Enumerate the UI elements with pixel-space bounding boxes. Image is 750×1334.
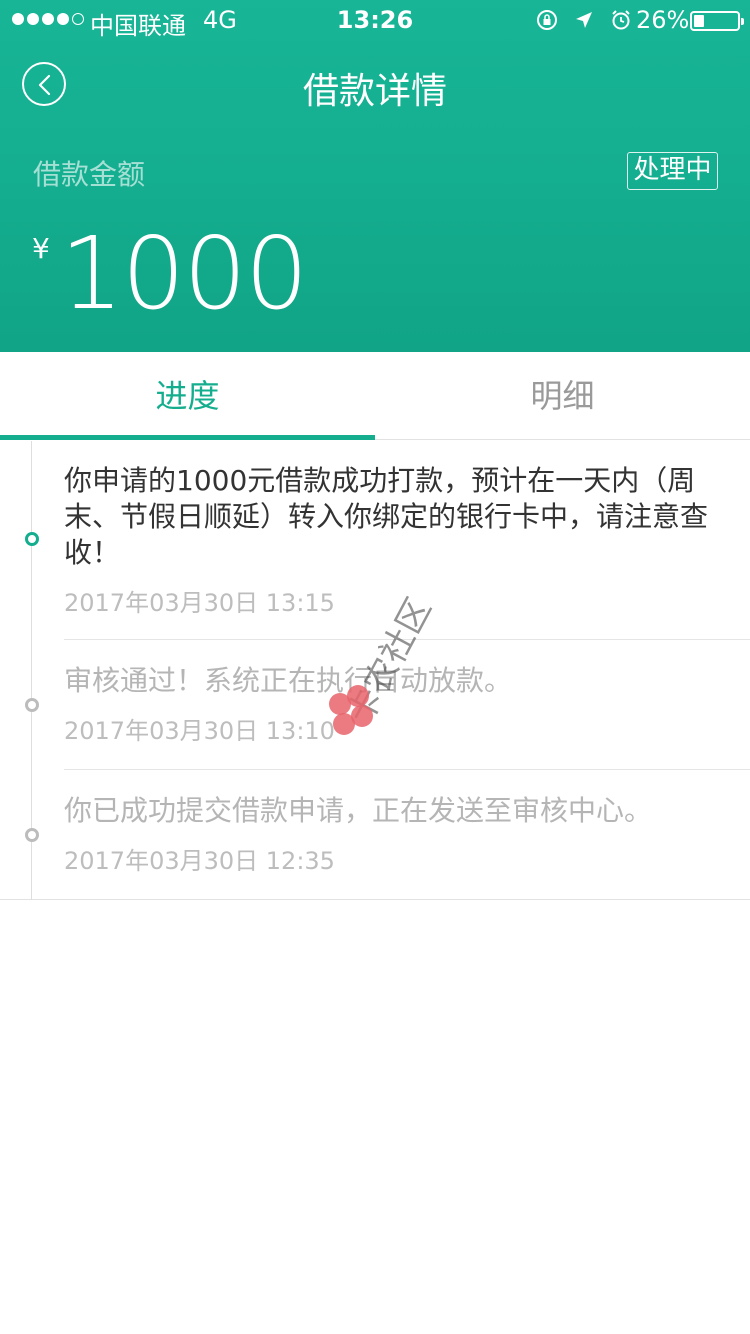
battery-percentage: 26% bbox=[636, 6, 690, 34]
timeline-item: 你申请的1000元借款成功打款，预计在一天内（周末、节假日顺延）转入你绑定的银行… bbox=[64, 463, 750, 640]
loan-header: 中国联通 4G 13:26 26% 借款详情 借款金额 处理中 ¥ 1000 bbox=[0, 0, 750, 352]
progress-timeline: 你申请的1000元借款成功打款，预计在一天内（周末、节假日顺延）转入你绑定的银行… bbox=[0, 441, 750, 900]
timeline-item-time: 2017年03月30日 13:15 bbox=[64, 589, 335, 617]
currency-symbol: ¥ bbox=[32, 232, 50, 265]
tab-progress[interactable]: 进度 bbox=[0, 352, 375, 440]
timeline-item: 审核通过！系统正在执行自动放款。 2017年03月30日 13:10 bbox=[64, 663, 750, 770]
tab-details[interactable]: 明细 bbox=[375, 352, 750, 440]
timeline-item: 你已成功提交借款申请，正在发送至审核中心。 2017年03月30日 12:35 bbox=[64, 793, 750, 899]
alarm-icon bbox=[612, 10, 630, 30]
timeline-dot bbox=[25, 698, 39, 712]
status-badge: 处理中 bbox=[627, 152, 718, 190]
timeline-item-time: 2017年03月30日 13:10 bbox=[64, 717, 335, 745]
battery-icon bbox=[690, 11, 744, 31]
amount-label: 借款金额 bbox=[33, 158, 146, 191]
loan-amount: 1000 bbox=[60, 215, 308, 332]
timeline-item-text: 你申请的1000元借款成功打款，预计在一天内（周末、节假日顺延）转入你绑定的银行… bbox=[64, 464, 709, 569]
timeline-dot bbox=[25, 828, 39, 842]
active-tab-indicator bbox=[0, 435, 375, 440]
status-bar: 中国联通 4G 13:26 26% bbox=[0, 0, 750, 40]
page-title: 借款详情 bbox=[302, 71, 447, 112]
tab-bar: 进度 明细 bbox=[0, 352, 750, 440]
timeline-item-text: 审核通过！系统正在执行自动放款。 bbox=[64, 664, 513, 697]
location-arrow-icon bbox=[576, 12, 592, 28]
rotation-lock-icon bbox=[537, 10, 557, 30]
timeline-dot-active bbox=[25, 532, 39, 546]
timeline-item-text: 你已成功提交借款申请，正在发送至审核中心。 bbox=[64, 794, 653, 827]
timeline-item-time: 2017年03月30日 12:35 bbox=[64, 847, 335, 875]
